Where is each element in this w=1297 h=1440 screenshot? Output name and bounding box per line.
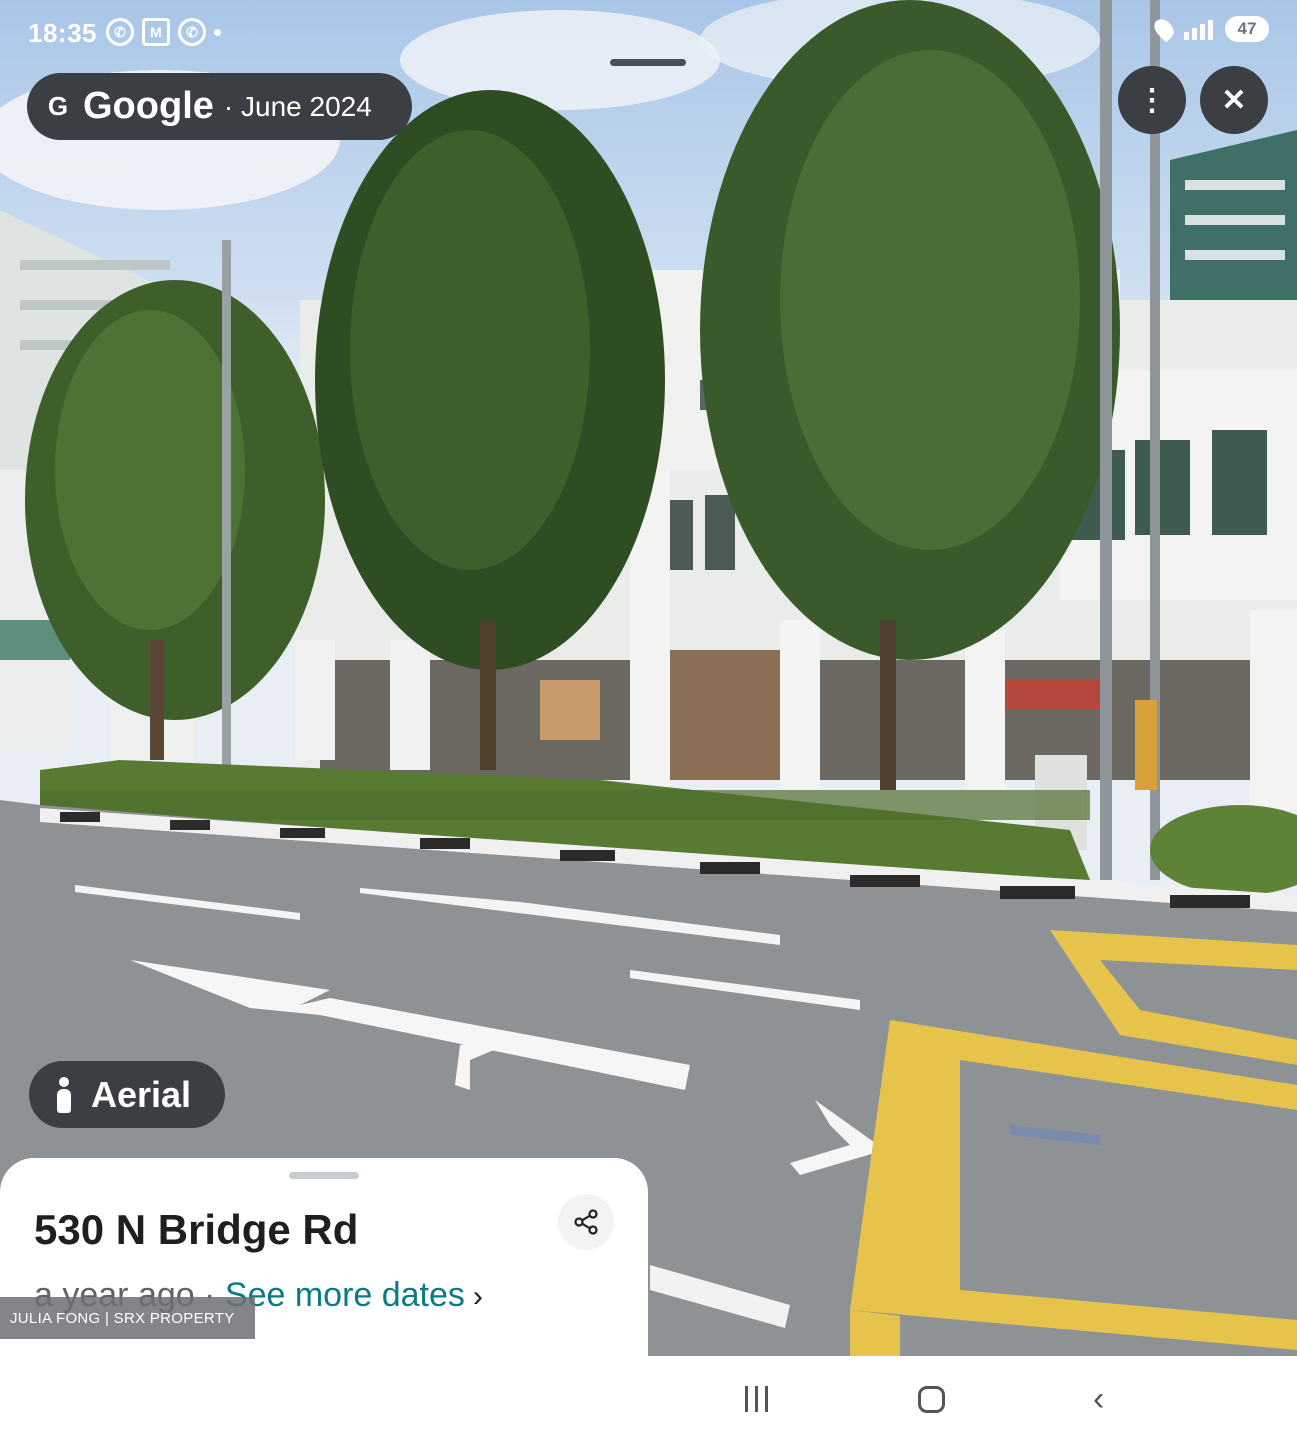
chevron-right-icon[interactable]: › — [473, 1280, 483, 1313]
top-drag-handle[interactable] — [610, 59, 686, 66]
signal-icon — [1184, 18, 1213, 40]
battery-indicator: 47 — [1225, 16, 1269, 42]
notification-icons: ✆ M ✆ — [106, 18, 221, 46]
address-title: 530 N Bridge Rd — [34, 1206, 359, 1253]
see-more-dates-link[interactable]: See more dates — [225, 1276, 465, 1314]
street-view-image[interactable] — [0, 0, 1297, 1356]
google-g-icon: G — [47, 91, 69, 121]
navigation-bar: ‹ — [0, 1356, 1297, 1440]
whatsapp-icon: ✆ — [178, 18, 206, 46]
aerial-button[interactable]: Aerial — [29, 1061, 225, 1128]
share-button[interactable] — [558, 1194, 614, 1250]
status-time: 18:35 — [28, 18, 97, 48]
recent-apps-icon[interactable] — [745, 1386, 768, 1412]
watermark: JULIA FONG | SRX PROPERTY — [0, 1297, 255, 1339]
more-notifications-dot — [214, 29, 221, 36]
more-options-button[interactable]: ⋮ — [1118, 66, 1186, 134]
back-icon[interactable]: ‹ — [1093, 1382, 1104, 1416]
gmail-icon: M — [142, 18, 170, 46]
location-icon — [1150, 15, 1178, 43]
street-scene — [0, 0, 1297, 1356]
more-vertical-icon: ⋮ — [1137, 83, 1167, 117]
close-icon: ✕ — [1221, 83, 1247, 117]
home-icon[interactable] — [918, 1386, 945, 1413]
share-icon — [574, 1209, 598, 1235]
system-status-icons: 47 — [1150, 15, 1269, 43]
person-icon — [51, 1075, 77, 1115]
close-button[interactable]: ✕ — [1200, 66, 1268, 134]
provider-name: Google — [83, 85, 214, 127]
imagery-attribution-chip[interactable]: G Google · June 2024 — [27, 73, 412, 140]
capture-date: · June 2024 — [223, 90, 372, 122]
sheet-drag-handle[interactable] — [289, 1172, 359, 1179]
whatsapp-icon: ✆ — [106, 18, 134, 46]
status-bar: 18:35 ✆ M ✆ 47 — [0, 0, 1297, 68]
aerial-label: Aerial — [91, 1073, 192, 1115]
